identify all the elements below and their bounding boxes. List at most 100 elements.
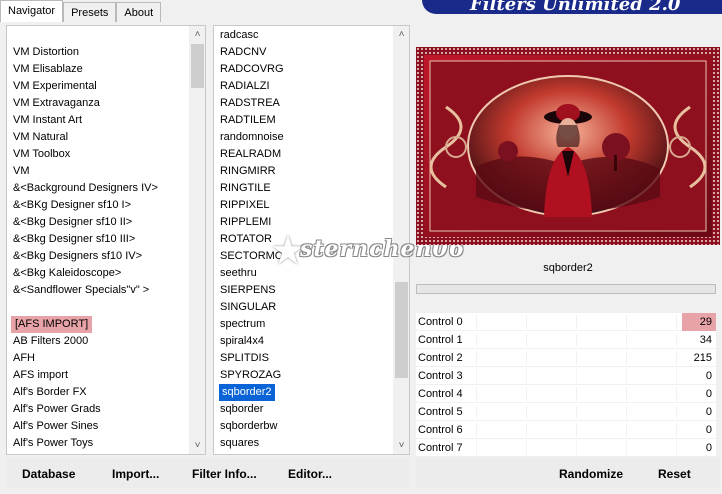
- progress-bar: [416, 284, 716, 294]
- category-item[interactable]: &<Background Designers IV>: [13, 180, 158, 197]
- category-item[interactable]: AB Filters 2000: [13, 333, 88, 350]
- filter-item[interactable]: RADIALZI: [220, 78, 270, 95]
- control-value: 34: [699, 334, 712, 346]
- scroll-up-icon[interactable]: ˄: [393, 26, 409, 43]
- filter-item[interactable]: SPYROZAG: [220, 367, 281, 384]
- slider-tick: [626, 369, 627, 383]
- filter-info-button[interactable]: Filter Info...: [192, 467, 257, 481]
- reset-button[interactable]: Reset: [658, 467, 691, 481]
- category-item[interactable]: &<Sandflower Specials"v" >: [13, 282, 149, 299]
- control-label: Control 1: [418, 334, 463, 346]
- slider-tick: [576, 441, 577, 455]
- slider-track[interactable]: [476, 331, 677, 349]
- slider-tick: [576, 423, 577, 437]
- tab-navigator[interactable]: Navigator: [0, 0, 64, 22]
- category-item[interactable]: Alf's Power Sines: [13, 418, 98, 435]
- control-slider-row[interactable]: Control 6 0: [416, 421, 716, 439]
- editor-button[interactable]: Editor...: [288, 467, 332, 481]
- category-item[interactable]: Alf's Power Toys: [13, 435, 93, 452]
- slider-track[interactable]: [476, 313, 677, 331]
- filter-item[interactable]: sqborderbw: [220, 418, 277, 435]
- category-item[interactable]: &<Bkg Designers sf10 IV>: [13, 248, 142, 265]
- filter-item[interactable]: seethru: [220, 265, 257, 282]
- import-button[interactable]: Import...: [112, 467, 159, 481]
- control-slider-row[interactable]: Control 5 0: [416, 403, 716, 421]
- app-title: Filters Unlimited 2.0: [470, 0, 681, 15]
- category-item[interactable]: &<Bkg Kaleidoscope>: [13, 265, 121, 282]
- filter-item[interactable]: RADCOVRG: [220, 61, 284, 78]
- category-item[interactable]: &<Bkg Designer sf10 III>: [13, 231, 135, 248]
- slider-tick: [626, 441, 627, 455]
- control-label: Control 5: [418, 406, 463, 418]
- slider-tick: [526, 423, 527, 437]
- filter-item[interactable]: squares: [220, 435, 259, 452]
- filter-item[interactable]: radcasc: [220, 27, 259, 44]
- filter-item[interactable]: SPLITDIS: [220, 350, 269, 367]
- filter-item[interactable]: RADCNV: [220, 44, 266, 61]
- category-list[interactable]: ˄ ˅ VM Distortion VM Elisablaze VM Experim…: [6, 25, 206, 455]
- category-item[interactable]: VM Natural: [13, 129, 68, 146]
- slider-track[interactable]: [476, 439, 677, 457]
- database-button[interactable]: Database: [22, 467, 75, 481]
- control-slider-row[interactable]: Control 4 0: [416, 385, 716, 403]
- slider-track[interactable]: [476, 385, 677, 403]
- filter-item[interactable]: SIERPENS: [220, 282, 276, 299]
- control-label: Control 7: [418, 442, 463, 454]
- control-slider-row[interactable]: Control 1 34: [416, 331, 716, 349]
- scroll-down-icon[interactable]: ˅: [393, 437, 409, 454]
- filter-item[interactable]: REALRADM: [220, 146, 281, 163]
- scroll-thumb[interactable]: [395, 282, 408, 378]
- slider-tick: [526, 333, 527, 347]
- filter-item[interactable]: RIPPIXEL: [220, 197, 270, 214]
- slider-track[interactable]: [476, 349, 677, 367]
- slider-track[interactable]: [476, 367, 677, 385]
- category-item[interactable]: VM Toolbox: [13, 146, 70, 163]
- category-item[interactable]: VM Extravaganza: [13, 95, 100, 112]
- filter-item[interactable]: ROTATOR: [220, 231, 272, 248]
- category-scrollbar[interactable]: ˄ ˅: [189, 26, 205, 454]
- filter-item[interactable]: spectrum: [220, 316, 265, 333]
- category-item[interactable]: Alf's Power Grads: [13, 401, 101, 418]
- scroll-down-icon[interactable]: ˅: [189, 437, 205, 454]
- category-item[interactable]: VM Distortion: [13, 44, 79, 61]
- category-item[interactable]: [AFS IMPORT]: [11, 316, 93, 333]
- control-slider-row[interactable]: Control 0 29: [416, 313, 716, 331]
- slider-tick: [476, 315, 477, 329]
- filter-item[interactable]: spiral4x4: [220, 333, 264, 350]
- tab-about[interactable]: About: [116, 2, 162, 22]
- filter-item[interactable]: sqborder: [220, 401, 263, 418]
- filter-item[interactable]: RINGMIRR: [220, 163, 276, 180]
- category-item[interactable]: AFH: [13, 350, 35, 367]
- slider-track[interactable]: [476, 403, 677, 421]
- category-item[interactable]: &<BKg Designer sf10 I>: [13, 197, 131, 214]
- category-item[interactable]: Alf's Border FX: [13, 384, 87, 401]
- control-slider-row[interactable]: Control 7 0: [416, 439, 716, 457]
- slider-tick: [576, 333, 577, 347]
- category-item[interactable]: &<Bkg Designer sf10 II>: [13, 214, 132, 231]
- scroll-up-icon[interactable]: ˄: [189, 26, 205, 43]
- scroll-thumb[interactable]: [191, 44, 204, 88]
- filter-item[interactable]: randomnoise: [220, 129, 284, 146]
- category-item[interactable]: AFS import: [13, 367, 68, 384]
- category-item[interactable]: VM Elisablaze: [13, 61, 83, 78]
- control-value: 215: [693, 352, 712, 364]
- slider-tick: [576, 369, 577, 383]
- control-slider-row[interactable]: Control 2 215: [416, 349, 716, 367]
- filter-item[interactable]: RIPPLEMI: [220, 214, 271, 231]
- category-item[interactable]: VM Experimental: [13, 78, 97, 95]
- filter-item[interactable]: RADSTREA: [220, 95, 280, 112]
- tab-presets[interactable]: Presets: [63, 2, 117, 22]
- category-item[interactable]: VM: [13, 163, 30, 180]
- control-label: Control 3: [418, 370, 463, 382]
- filter-item[interactable]: SINGULAR: [220, 299, 276, 316]
- category-item[interactable]: VM Instant Art: [13, 112, 82, 129]
- control-slider-row[interactable]: Control 3 0: [416, 367, 716, 385]
- filter-item[interactable]: sqborder2: [219, 384, 275, 401]
- filter-item[interactable]: RADTILEM: [220, 112, 276, 129]
- randomize-button[interactable]: Randomize: [559, 467, 623, 481]
- slider-tick: [676, 315, 677, 329]
- slider-tick: [626, 351, 627, 365]
- slider-track[interactable]: [476, 421, 677, 439]
- slider-tick: [576, 405, 577, 419]
- filter-item[interactable]: RINGTILE: [220, 180, 271, 197]
